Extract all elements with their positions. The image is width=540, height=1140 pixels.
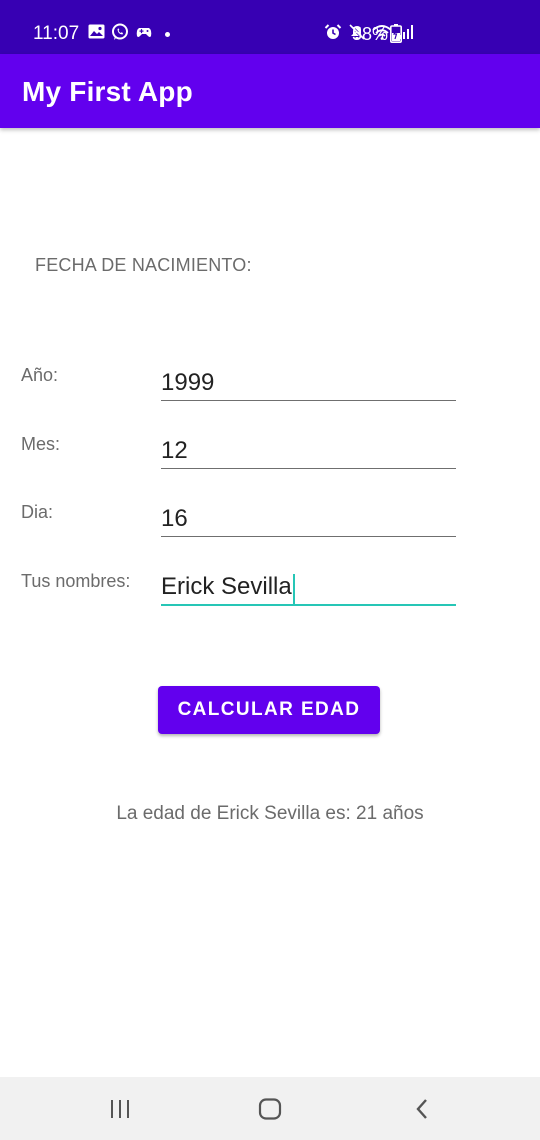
- whatsapp-icon: [111, 23, 129, 46]
- game-controller-icon: [135, 24, 153, 45]
- app-title: My First App: [22, 76, 193, 107]
- month-label: Mes:: [21, 434, 61, 454]
- battery-icon: [390, 24, 402, 48]
- month-input[interactable]: 12: [161, 432, 456, 469]
- navigation-bar: [0, 1077, 540, 1140]
- year-input[interactable]: 1999: [161, 364, 456, 401]
- status-bar: 11:07 58%: [0, 0, 540, 54]
- image-icon: [88, 24, 105, 44]
- text-cursor: [292, 574, 296, 604]
- recent-apps-icon[interactable]: [100, 1093, 140, 1125]
- status-time: 11:07: [33, 23, 80, 44]
- day-input[interactable]: 16: [161, 500, 456, 537]
- calculate-age-button[interactable]: CALCULAR EDAD: [158, 686, 380, 734]
- month-input-value[interactable]: 12: [161, 436, 188, 468]
- home-icon[interactable]: [250, 1093, 290, 1125]
- back-icon[interactable]: [402, 1093, 442, 1125]
- birthdate-section-label: FECHA DE NACIMIENTO:: [35, 255, 252, 275]
- year-input-value[interactable]: 1999: [161, 368, 214, 400]
- notification-dot-icon: [165, 31, 170, 37]
- names-input-value[interactable]: Erick Sevilla: [161, 573, 292, 600]
- age-result-text: La edad de Erick Sevilla es: 21 años: [116, 803, 424, 824]
- day-label: Dia:: [21, 502, 54, 522]
- battery-percentage: 58%: [352, 24, 389, 44]
- alarm-icon: [324, 23, 342, 46]
- names-input[interactable]: Erick Sevilla: [161, 568, 456, 606]
- names-label: Tus nombres:: [21, 571, 131, 591]
- status-left-icons: [88, 23, 170, 46]
- year-label: Año:: [21, 365, 59, 385]
- day-input-value[interactable]: 16: [161, 504, 188, 536]
- app-bar: My First App: [0, 54, 540, 128]
